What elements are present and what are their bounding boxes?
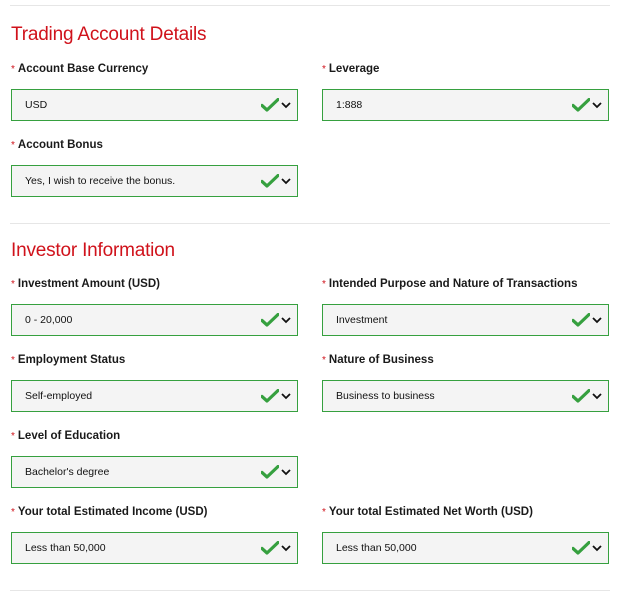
label-text: Employment Status — [17, 354, 126, 366]
checkmark-icon — [572, 541, 590, 555]
checkmark-icon — [261, 465, 279, 479]
selected-value: Self-employed — [25, 390, 93, 402]
checkmark-icon — [261, 174, 279, 188]
investment-amount-select[interactable]: 0 - 20,000 — [11, 304, 298, 336]
chevron-down-icon[interactable] — [592, 544, 602, 552]
chevron-down-icon[interactable] — [281, 392, 291, 400]
field-label: * Intended Purpose and Nature of Transact… — [322, 276, 609, 292]
account-base-currency-select[interactable]: USD — [11, 89, 298, 121]
required-marker: * — [322, 64, 326, 75]
field-label: * Employment Status — [11, 352, 298, 368]
selected-value: Investment — [336, 314, 388, 326]
field-level-of-education: * Level of Education Bachelor's degree — [11, 428, 298, 488]
section-divider — [10, 223, 610, 224]
label-text: Your total Estimated Income (USD) — [17, 506, 208, 518]
checkmark-icon — [572, 98, 590, 112]
required-marker: * — [322, 355, 326, 366]
selected-value: Less than 50,000 — [25, 542, 106, 554]
chevron-down-icon[interactable] — [592, 392, 602, 400]
section-title-trading-account: Trading Account Details — [11, 24, 207, 45]
field-estimated-income: * Your total Estimated Income (USD) Less … — [11, 504, 298, 564]
label-text: Your total Estimated Net Worth (USD) — [328, 506, 533, 518]
required-marker: * — [11, 507, 15, 518]
required-marker: * — [322, 279, 326, 290]
chevron-down-icon[interactable] — [281, 316, 291, 324]
chevron-down-icon[interactable] — [281, 468, 291, 476]
checkmark-icon — [261, 541, 279, 555]
label-text: Investment Amount (USD) — [17, 278, 160, 290]
label-text: Account Base Currency — [17, 63, 149, 75]
chevron-down-icon[interactable] — [592, 101, 602, 109]
selected-value: Less than 50,000 — [336, 542, 417, 554]
selected-value: Business to business — [336, 390, 435, 402]
selected-value: Yes, I wish to receive the bonus. — [25, 175, 176, 187]
estimated-income-select[interactable]: Less than 50,000 — [11, 532, 298, 564]
field-intended-purpose: * Intended Purpose and Nature of Transact… — [322, 276, 609, 336]
selected-value: USD — [25, 99, 48, 111]
selected-value: 1:888 — [336, 99, 363, 111]
selected-value: 0 - 20,000 — [25, 314, 73, 326]
field-label: * Investment Amount (USD) — [11, 276, 298, 292]
checkmark-icon — [572, 389, 590, 403]
account-bonus-select[interactable]: Yes, I wish to receive the bonus. — [11, 165, 298, 197]
required-marker: * — [322, 507, 326, 518]
checkmark-icon — [572, 313, 590, 327]
chevron-down-icon[interactable] — [281, 177, 291, 185]
leverage-select[interactable]: 1:888 — [322, 89, 609, 121]
field-label: * Leverage — [322, 61, 609, 77]
required-marker: * — [11, 140, 15, 151]
estimated-net-worth-select[interactable]: Less than 50,000 — [322, 532, 609, 564]
required-marker: * — [11, 279, 15, 290]
level-of-education-select[interactable]: Bachelor's degree — [11, 456, 298, 488]
section-title-investor-information: Investor Information — [11, 240, 175, 261]
employment-status-select[interactable]: Self-employed — [11, 380, 298, 412]
field-employment-status: * Employment Status Self-employed — [11, 352, 298, 412]
field-account-base-currency: * Account Base Currency USD — [11, 61, 298, 121]
chevron-down-icon[interactable] — [281, 101, 291, 109]
field-label: * Nature of Business — [322, 352, 609, 368]
bottom-divider — [10, 590, 610, 591]
label-text: Level of Education — [17, 430, 121, 442]
required-marker: * — [11, 355, 15, 366]
required-marker: * — [11, 64, 15, 75]
checkmark-icon — [261, 313, 279, 327]
field-account-bonus: * Account Bonus Yes, I wish to receive th… — [11, 137, 298, 197]
label-text: Nature of Business — [328, 354, 434, 366]
label-text: Account Bonus — [17, 139, 103, 151]
nature-of-business-select[interactable]: Business to business — [322, 380, 609, 412]
field-investment-amount: * Investment Amount (USD) 0 - 20,000 — [11, 276, 298, 336]
selected-value: Bachelor's degree — [25, 466, 110, 478]
field-label: * Account Bonus — [11, 137, 298, 153]
field-leverage: * Leverage 1:888 — [322, 61, 609, 121]
checkmark-icon — [261, 389, 279, 403]
chevron-down-icon[interactable] — [592, 316, 602, 324]
required-marker: * — [11, 431, 15, 442]
field-nature-of-business: * Nature of Business Business to business — [322, 352, 609, 412]
intended-purpose-select[interactable]: Investment — [322, 304, 609, 336]
label-text: Intended Purpose and Nature of Transacti… — [328, 278, 578, 290]
field-estimated-net-worth: * Your total Estimated Net Worth (USD) Le… — [322, 504, 609, 564]
field-label: * Your total Estimated Net Worth (USD) — [322, 504, 609, 520]
field-label: * Account Base Currency — [11, 61, 298, 77]
label-text: Leverage — [328, 63, 380, 75]
checkmark-icon — [261, 98, 279, 112]
field-label: * Your total Estimated Income (USD) — [11, 504, 298, 520]
field-label: * Level of Education — [11, 428, 298, 444]
chevron-down-icon[interactable] — [281, 544, 291, 552]
top-divider — [10, 5, 610, 6]
